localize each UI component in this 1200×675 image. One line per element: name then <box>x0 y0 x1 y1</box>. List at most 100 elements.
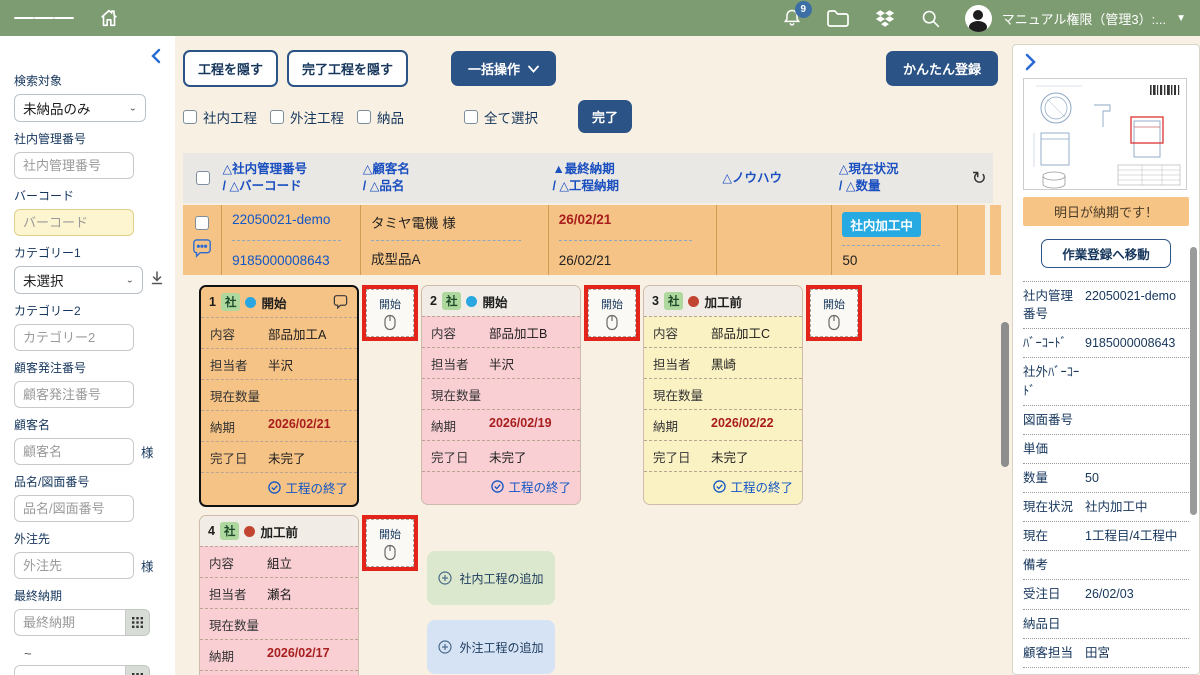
detail-value: 22050021-demo <box>1085 287 1189 323</box>
final-due-from-input[interactable] <box>14 609 126 636</box>
home-icon[interactable] <box>98 7 120 29</box>
detail-row: 現在状況 社内加工中 <box>1023 493 1189 522</box>
product-name-input[interactable] <box>14 495 134 522</box>
due-alert-banner: 明日が納期です！ <box>1023 197 1189 226</box>
subcontractor-input[interactable] <box>14 552 134 579</box>
field-category2: カテゴリー2 <box>14 304 163 351</box>
customer-order-no-input[interactable] <box>14 381 134 408</box>
technical-drawing-thumbnail[interactable] <box>1023 78 1187 190</box>
easy-register-button[interactable]: かんたん登録 <box>886 51 998 86</box>
select-value: 未納品のみ <box>23 98 91 118</box>
detail-row: 営業担当 <box>1023 668 1189 675</box>
detail-label: 納品日 <box>1023 615 1085 633</box>
detail-label: 顧客担当 <box>1023 644 1085 662</box>
customer-name-input[interactable] <box>14 438 134 465</box>
detail-label: 現在 <box>1023 527 1085 545</box>
category1-select[interactable]: 未選択 ⌄ <box>14 266 143 294</box>
card-field-value: 半沢 <box>268 355 293 374</box>
user-menu[interactable]: マニュアル権限（管理3）:... ▼ <box>965 5 1186 32</box>
detail-row: 単価 <box>1023 435 1189 464</box>
hamburger-menu-icon[interactable] <box>14 14 74 21</box>
row-checkbox[interactable] <box>195 216 209 230</box>
honorific-suffix: 様 <box>141 442 154 461</box>
add-process-column: 社内工程の追加 外注工程の追加 <box>427 515 555 675</box>
field-final-due-to <box>14 665 163 675</box>
vertical-scrollbar-thumb[interactable] <box>1001 322 1009 467</box>
checkbox-delivery[interactable] <box>357 110 371 124</box>
start-process-button[interactable]: 開始 <box>366 519 414 567</box>
dropbox-icon[interactable] <box>874 9 896 28</box>
category2-input[interactable] <box>14 324 134 351</box>
add-internal-process-button[interactable]: 社内工程の追加 <box>427 551 555 605</box>
checkbox-label: 納品 <box>377 107 404 127</box>
start-process-button[interactable]: 開始 <box>588 289 636 337</box>
end-process-link[interactable]: 工程の終了 <box>422 471 580 504</box>
complete-button[interactable]: 完了 <box>578 100 632 133</box>
date-picker-icon[interactable] <box>126 609 150 636</box>
field-control-no: 社内管理番号 <box>14 132 163 179</box>
goto-work-register-button[interactable]: 作業登録へ移動 <box>1041 239 1171 268</box>
chevron-down-icon: ▼ <box>1176 13 1186 24</box>
search-target-select[interactable]: 未納品のみ ⌄ <box>14 94 146 122</box>
card-field-label: 担当者 <box>209 584 267 603</box>
hide-completed-button[interactable]: 完了工程を隠す <box>287 50 408 87</box>
chevron-down-icon: ⌄ <box>129 104 137 113</box>
header-customer[interactable]: △顧客名/ △品名 <box>363 161 553 195</box>
status-badge[interactable]: 社内加工中 <box>842 212 921 237</box>
detail-row: 受注日 26/02/03 <box>1023 580 1189 609</box>
add-external-process-button[interactable]: 外注工程の追加 <box>427 620 555 674</box>
final-due-date: 26/02/21 <box>559 212 716 227</box>
detail-row: ﾊﾞｰｺｰﾄﾞ 9185000008643 <box>1023 329 1189 358</box>
start-process-button[interactable]: 開始 <box>366 289 414 337</box>
notifications-bell-icon[interactable]: 9 <box>782 7 802 29</box>
process-card[interactable]: 1 社 開始 内容部品加工A 担当者半沢 現在数量 納期2026/02/21 完… <box>199 285 359 507</box>
header-knowhow[interactable]: △ノウハウ <box>722 170 839 187</box>
search-sidebar: 検索対象 未納品のみ ⌄ 社内管理番号 バーコード カテゴリー1 未選択 ⌄ <box>0 36 175 675</box>
field-label: 品名/図面番号 <box>14 475 163 490</box>
comment-icon[interactable] <box>191 239 213 264</box>
start-process-button[interactable]: 開始 <box>810 289 858 337</box>
control-no-link[interactable]: 22050021-demo <box>232 212 360 227</box>
comment-icon[interactable] <box>332 295 349 310</box>
product-name: 成型品A <box>371 248 548 268</box>
card-field-label: 完了日 <box>210 448 268 467</box>
card-field-label: 担当者 <box>653 354 711 373</box>
checkbox-select-all[interactable] <box>464 110 478 124</box>
detail-value <box>1085 363 1189 399</box>
panel-scrollbar-thumb[interactable] <box>1190 247 1197 515</box>
final-due-to-input[interactable] <box>14 665 126 675</box>
start-button-highlight: 開始 <box>584 285 640 341</box>
start-label: 開始 <box>379 296 401 312</box>
card-field-value: 瀬名 <box>267 584 292 603</box>
checkbox-external-process[interactable] <box>270 110 284 124</box>
checkbox-internal-process[interactable] <box>183 110 197 124</box>
header-select-checkbox[interactable] <box>196 171 210 185</box>
refresh-icon[interactable]: ↻ <box>972 168 987 189</box>
control-no-input[interactable] <box>14 152 134 179</box>
process-card[interactable]: 3 社 加工前 内容部品加工C 担当者黒崎 現在数量 納期2026/02/22 … <box>643 285 803 505</box>
end-process-link[interactable]: 工程の終了 <box>644 471 802 504</box>
date-picker-icon[interactable] <box>126 665 150 675</box>
process-card[interactable]: 4 社 加工前 内容組立 担当者瀬名 現在数量 納期2026/02/17 完了日… <box>199 515 359 675</box>
barcode-input[interactable] <box>14 209 134 236</box>
hide-process-button[interactable]: 工程を隠す <box>183 50 278 87</box>
card-field-value: 2026/02/17 <box>267 646 330 665</box>
header-control-no[interactable]: △社内管理番号/ △バーコード <box>223 161 363 195</box>
search-icon[interactable] <box>920 8 941 29</box>
end-process-link[interactable]: 工程の終了 <box>201 472 357 505</box>
header-status[interactable]: △現在状況/ △数量 <box>839 161 965 195</box>
header-due[interactable]: ▲最終納期/ △工程納期 <box>552 161 722 195</box>
knowhow-cell <box>717 205 832 275</box>
card-field-label: 担当者 <box>210 355 268 374</box>
start-label: 開始 <box>601 296 623 312</box>
detail-label: 数量 <box>1023 469 1085 487</box>
process-card[interactable]: 2 社 開始 内容部品加工B 担当者半沢 現在数量 納期2026/02/19 完… <box>421 285 581 505</box>
collapse-left-icon[interactable] <box>149 48 163 67</box>
barcode-link[interactable]: 9185000008643 <box>232 253 360 268</box>
table-row[interactable]: 22050021-demo 9185000008643 タミヤ電機 様 成型品A… <box>183 205 985 275</box>
collapse-right-icon[interactable] <box>1023 53 1037 74</box>
folder-icon[interactable] <box>826 8 850 28</box>
card-field-label: 内容 <box>210 324 268 343</box>
expand-categories-icon[interactable] <box>151 271 163 290</box>
bulk-action-button[interactable]: 一括操作 <box>451 51 556 86</box>
